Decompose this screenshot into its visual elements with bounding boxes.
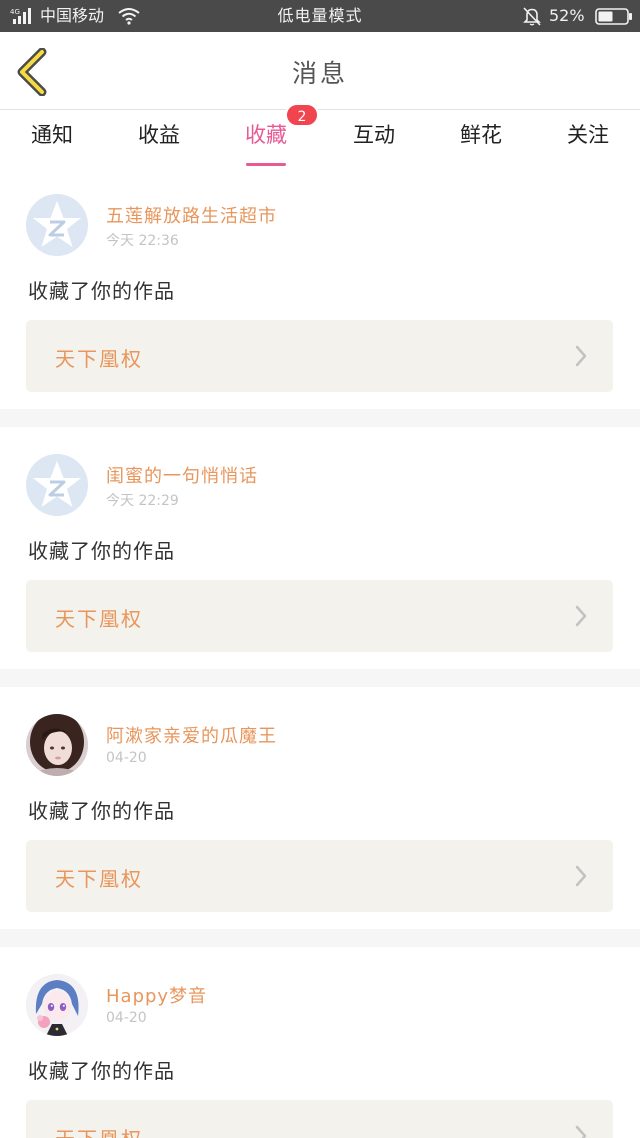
- work-title: 天下凰权: [55, 1123, 143, 1138]
- battery-percent: 52%: [549, 6, 585, 25]
- photo-avatar-icon: [26, 714, 88, 776]
- message-card: 五莲解放路生活超市 今天 22:36 收藏了你的作品 天下凰权: [0, 167, 640, 409]
- timestamp: 04-20: [106, 1010, 147, 1026]
- avatar[interactable]: [26, 194, 88, 256]
- tab-label: 收藏: [245, 123, 287, 147]
- tab-favorites[interactable]: 收藏: [240, 119, 292, 166]
- status-bar: 4G 中国移动 低电量模式 52%: [0, 0, 640, 32]
- work-title: 天下凰权: [55, 607, 143, 631]
- username[interactable]: 阿漱家亲爱的瓜魔王: [106, 722, 277, 748]
- power-mode-label: 低电量模式: [277, 6, 363, 25]
- username[interactable]: 五莲解放路生活超市: [106, 202, 277, 228]
- default-star-avatar-icon: [26, 194, 88, 256]
- action-text: 收藏了你的作品: [28, 539, 175, 563]
- timestamp: 04-20: [106, 750, 147, 766]
- message-feed[interactable]: 五莲解放路生活超市 今天 22:36 收藏了你的作品 天下凰权 闺蜜的一句悄悄话…: [0, 167, 640, 1138]
- chevron-right-icon: [575, 865, 587, 887]
- tab-notifications[interactable]: 通知: [26, 119, 78, 163]
- header-bar: 消息: [0, 32, 640, 110]
- default-star-avatar-icon: [26, 454, 88, 516]
- username[interactable]: 闺蜜的一句悄悄话: [106, 462, 258, 488]
- avatar[interactable]: [26, 974, 88, 1036]
- avatar[interactable]: [26, 714, 88, 776]
- message-card: 阿漱家亲爱的瓜魔王 04-20 收藏了你的作品 天下凰权: [0, 687, 640, 929]
- tab-label: 收益: [138, 123, 180, 147]
- tab-interactions[interactable]: 互动: [348, 119, 400, 163]
- work-title: 天下凰权: [55, 347, 143, 371]
- tab-following[interactable]: 关注: [562, 119, 614, 163]
- page-title: 消息: [291, 59, 348, 88]
- tab-flowers[interactable]: 鲜花: [455, 119, 507, 163]
- active-tab-indicator: [246, 163, 286, 166]
- tab-bar: 通知 收益 收藏 互动 鲜花 关注: [0, 111, 640, 167]
- work-link[interactable]: 天下凰权: [26, 580, 613, 652]
- work-link[interactable]: 天下凰权: [26, 320, 613, 392]
- tab-label: 互动: [353, 123, 395, 147]
- unread-count-badge: 2: [285, 103, 319, 127]
- message-card: Happy梦音 04-20 收藏了你的作品 天下凰权: [0, 947, 640, 1138]
- action-text: 收藏了你的作品: [28, 799, 175, 823]
- action-text: 收藏了你的作品: [28, 1059, 175, 1083]
- chevron-right-icon: [575, 605, 587, 627]
- tab-label: 关注: [567, 123, 609, 147]
- battery-icon: [595, 8, 632, 25]
- work-title: 天下凰权: [55, 867, 143, 891]
- chevron-right-icon: [575, 345, 587, 367]
- action-text: 收藏了你的作品: [28, 279, 175, 303]
- work-link[interactable]: 天下凰权: [26, 1100, 613, 1138]
- username[interactable]: Happy梦音: [106, 982, 207, 1008]
- tab-label: 通知: [31, 123, 73, 147]
- tab-label: 鲜花: [460, 123, 502, 147]
- work-link[interactable]: 天下凰权: [26, 840, 613, 912]
- bell-muted-icon: [523, 7, 541, 26]
- message-card: 闺蜜的一句悄悄话 今天 22:29 收藏了你的作品 天下凰权: [0, 427, 640, 669]
- chevron-right-icon: [575, 1125, 587, 1138]
- timestamp: 今天 22:29: [106, 493, 179, 509]
- avatar[interactable]: [26, 454, 88, 516]
- anime-avatar-icon: [26, 974, 88, 1036]
- timestamp: 今天 22:36: [106, 233, 179, 249]
- tab-earnings[interactable]: 收益: [133, 119, 185, 163]
